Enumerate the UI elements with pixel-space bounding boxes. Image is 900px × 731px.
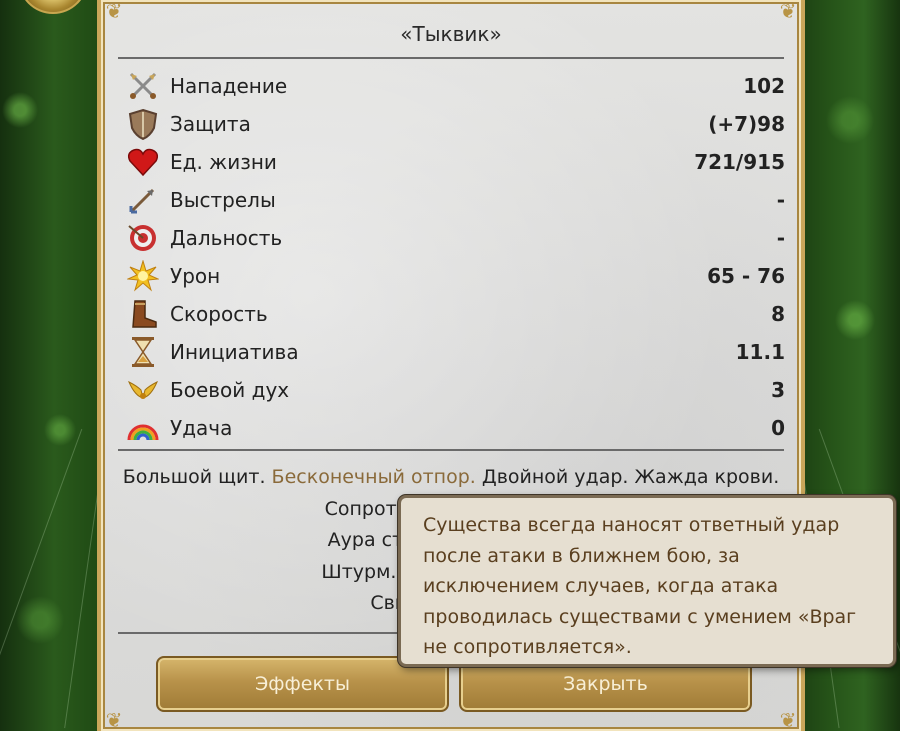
close-button-label: Закрыть [563,673,648,695]
stat-value: - [776,226,785,250]
ability-link-endless-retaliation[interactable]: Бесконечный отпор. [272,466,476,488]
stat-row-damage: Урон 65 - 76 [126,257,785,295]
stats-list: Нападение 102 Защита (+7)98 Ед. жизни 72… [126,67,785,447]
corner-ornament: ❦ [779,708,797,731]
hero-emblem [18,0,88,14]
stat-value: 721/915 [694,150,785,174]
boot-icon [126,297,160,331]
stat-value: 11.1 [735,340,785,364]
abilities-line: Большой щит. Бесконечный отпор. Двойной … [113,462,789,494]
stat-label: Удача [170,416,233,440]
divider [118,57,784,59]
divider [118,449,784,451]
crossed-swords-icon [126,69,160,103]
stat-label: Выстрелы [170,188,276,212]
stat-value: (+7)98 [708,112,785,136]
grid-line [0,428,83,712]
arrow-icon [126,183,160,217]
wings-icon [126,373,160,407]
stat-row-shots: Выстрелы - [126,181,785,219]
stat-label: Дальность [170,226,283,250]
creature-name: «Тыквик» [400,22,502,46]
corner-ornament: ❦ [105,0,123,23]
target-icon [126,221,160,255]
stat-label: Скорость [170,302,268,326]
stat-value: - [776,188,785,212]
stat-label: Защита [170,112,251,136]
ability-tooltip: Существа всегда наносят ответный удар по… [398,495,896,667]
ability-text: Большой щит. [122,466,266,488]
effects-button-label: Эффекты [255,673,350,695]
stat-label: Нападение [170,74,288,98]
burst-icon [126,259,160,293]
hourglass-icon [126,335,160,369]
stat-value: 3 [771,378,785,402]
stat-value: 65 - 76 [707,264,785,288]
heart-icon [126,145,160,179]
stat-row-luck: Удача 0 [126,409,785,447]
stat-row-speed: Скорость 8 [126,295,785,333]
stat-value: 8 [771,302,785,326]
stat-label: Инициатива [170,340,299,364]
corner-ornament: ❦ [779,0,797,23]
stat-row-initiative: Инициатива 11.1 [126,333,785,371]
stat-row-defense: Защита (+7)98 [126,105,785,143]
stat-value: 102 [743,74,785,98]
stat-label: Урон [170,264,221,288]
stat-label: Ед. жизни [170,150,277,174]
stat-label: Боевой дух [170,378,290,402]
corner-ornament: ❦ [105,708,123,731]
shield-icon [126,107,160,141]
stat-row-health: Ед. жизни 721/915 [126,143,785,181]
rainbow-icon [126,411,160,445]
stat-row-attack: Нападение 102 [126,67,785,105]
ability-text: Двойной удар. Жажда крови. [481,466,780,488]
stat-row-morale: Боевой дух 3 [126,371,785,409]
stat-row-range: Дальность - [126,219,785,257]
tooltip-text: Существа всегда наносят ответный удар по… [423,514,857,658]
stat-value: 0 [771,416,785,440]
